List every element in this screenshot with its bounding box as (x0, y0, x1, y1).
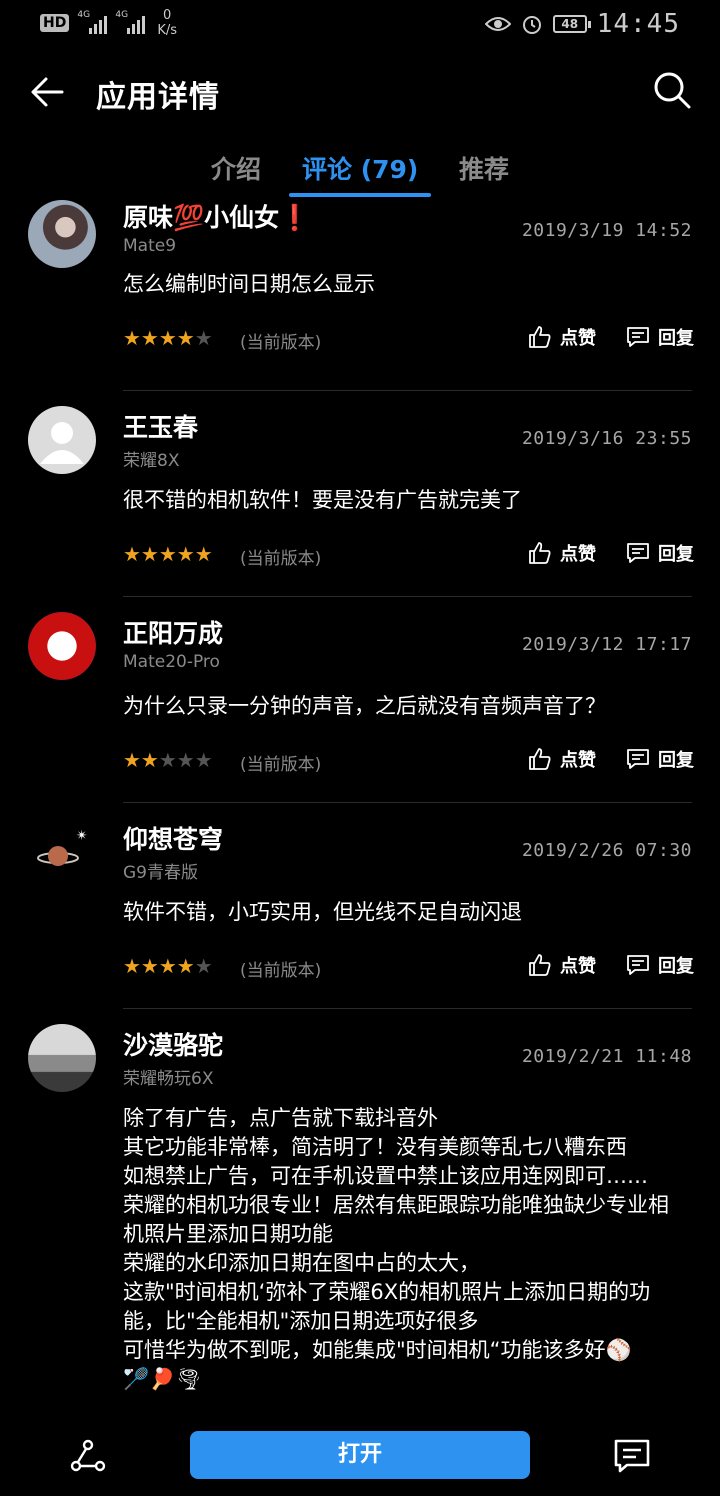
avatar[interactable] (28, 200, 96, 268)
thumbs-up-icon (529, 954, 551, 976)
review-item: ✴ 仰想苍穹 G9青春版 2019/2/26 07:30 软件不错，小巧实用，但… (0, 804, 720, 1010)
alarm-icon (522, 16, 541, 34)
divider (123, 802, 692, 803)
thumbs-up-icon (529, 542, 551, 564)
thumbs-up-icon (529, 748, 551, 770)
version-label: (当前版本) (240, 549, 322, 569)
review-text: 怎么编制时间日期怎么显示 (123, 272, 375, 296)
search-icon[interactable] (652, 70, 692, 110)
signal-icon: 4G (77, 10, 108, 34)
comment-icon (627, 327, 649, 347)
review-text: 除了有广告，点广告就下载抖音外 其它功能非常棒，简洁明了！没有美颜等乱七八糟东西… (123, 1106, 669, 1391)
tab-bar: 介绍 评论 (79) 推荐 (0, 150, 720, 198)
back-arrow-icon[interactable] (26, 70, 70, 114)
review-list[interactable]: 原味💯小仙女❗ Mate9 2019/3/19 14:52 怎么编制时间日期怎么… (0, 198, 720, 1416)
star-rating: ★★★★★ (123, 326, 213, 350)
comment-icon (627, 749, 649, 769)
reviewer-name[interactable]: 原味💯小仙女❗ (123, 198, 310, 234)
tab-recommend[interactable]: 推荐 (459, 150, 509, 186)
tab-indicator (289, 193, 431, 197)
review-date: 2019/2/26 07:30 (521, 840, 692, 861)
avatar[interactable] (28, 406, 96, 474)
reviewer-name[interactable]: 王玉春 (123, 408, 198, 444)
divider (123, 596, 692, 597)
open-button[interactable]: 打开 (190, 1431, 530, 1479)
like-button[interactable]: 点赞 (528, 746, 596, 772)
reply-button[interactable]: 回复 (626, 324, 694, 350)
review-text: 软件不错，小巧实用，但光线不足自动闪退 (123, 900, 522, 924)
review-date: 2019/2/21 11:48 (521, 1046, 692, 1067)
comment-icon (627, 955, 649, 975)
tab-intro[interactable]: 介绍 (211, 150, 261, 186)
reviewer-name[interactable]: 沙漠骆驼 (123, 1026, 223, 1062)
star-rating: ★★★★★ (123, 954, 213, 978)
thumbs-up-icon (529, 326, 551, 348)
version-label: (当前版本) (240, 961, 322, 981)
review-date: 2019/3/16 23:55 (521, 428, 692, 449)
tab-reviews[interactable]: 评论 (79) (302, 150, 418, 186)
reply-button[interactable]: 回复 (626, 746, 694, 772)
divider (123, 390, 692, 391)
network-speed: 0 K/s (157, 8, 178, 38)
avatar[interactable] (28, 1024, 96, 1092)
battery-icon: 48 (552, 15, 591, 33)
like-button[interactable]: 点赞 (528, 540, 596, 566)
share-icon[interactable] (68, 1436, 108, 1476)
review-text: 很不错的相机软件！要是没有广告就完美了 (123, 488, 522, 512)
reviewer-device: Mate9 (123, 236, 177, 256)
star-rating: ★★★★★ (123, 748, 213, 772)
status-bar: HD 4G 4G 0 K/s 48 14:45 (0, 0, 720, 48)
review-text: 为什么只录一分钟的声音，之后就没有音频声音了？ (123, 694, 606, 718)
avatar[interactable] (28, 612, 96, 680)
comment-icon (627, 543, 649, 563)
version-label: (当前版本) (240, 333, 322, 353)
reviewer-device: Mate20-Pro (123, 652, 220, 672)
comment-icon[interactable] (612, 1436, 652, 1476)
review-item: 原味💯小仙女❗ Mate9 2019/3/19 14:52 怎么编制时间日期怎么… (0, 198, 720, 392)
review-date: 2019/3/19 14:52 (521, 220, 692, 241)
eye-icon (484, 17, 511, 31)
reply-button[interactable]: 回复 (626, 540, 694, 566)
like-button[interactable]: 点赞 (528, 324, 596, 350)
reviewer-device: 荣耀畅玩6X (123, 1069, 214, 1089)
review-item: 正阳万成 Mate20-Pro 2019/3/12 17:17 为什么只录一分钟… (0, 598, 720, 804)
page-title: 应用详情 (96, 80, 220, 115)
hd-indicator: HD (40, 14, 70, 32)
like-button[interactable]: 点赞 (528, 952, 596, 978)
reviewer-device: G9青春版 (123, 863, 198, 883)
app-header: 应用详情 (0, 56, 720, 126)
bottom-bar: 打开 (0, 1416, 720, 1496)
review-item: 王玉春 荣耀8X 2019/3/16 23:55 很不错的相机软件！要是没有广告… (0, 392, 720, 598)
reviewer-device: 荣耀8X (123, 451, 180, 471)
avatar[interactable]: ✴ (28, 818, 96, 886)
signal-icon-2: 4G (115, 10, 146, 34)
divider (123, 1008, 692, 1009)
version-label: (当前版本) (240, 755, 322, 775)
reviewer-name[interactable]: 正阳万成 (123, 614, 223, 650)
review-item: 沙漠骆驼 荣耀畅玩6X 2019/2/21 11:48 除了有广告，点广告就下载… (0, 1010, 720, 1416)
reply-button[interactable]: 回复 (626, 952, 694, 978)
reviewer-name[interactable]: 仰想苍穹 (123, 820, 223, 856)
review-date: 2019/3/12 17:17 (521, 634, 692, 655)
svg-text:✴: ✴ (76, 828, 88, 844)
star-rating: ★★★★★ (123, 542, 213, 566)
clock: 14:45 (596, 9, 680, 39)
